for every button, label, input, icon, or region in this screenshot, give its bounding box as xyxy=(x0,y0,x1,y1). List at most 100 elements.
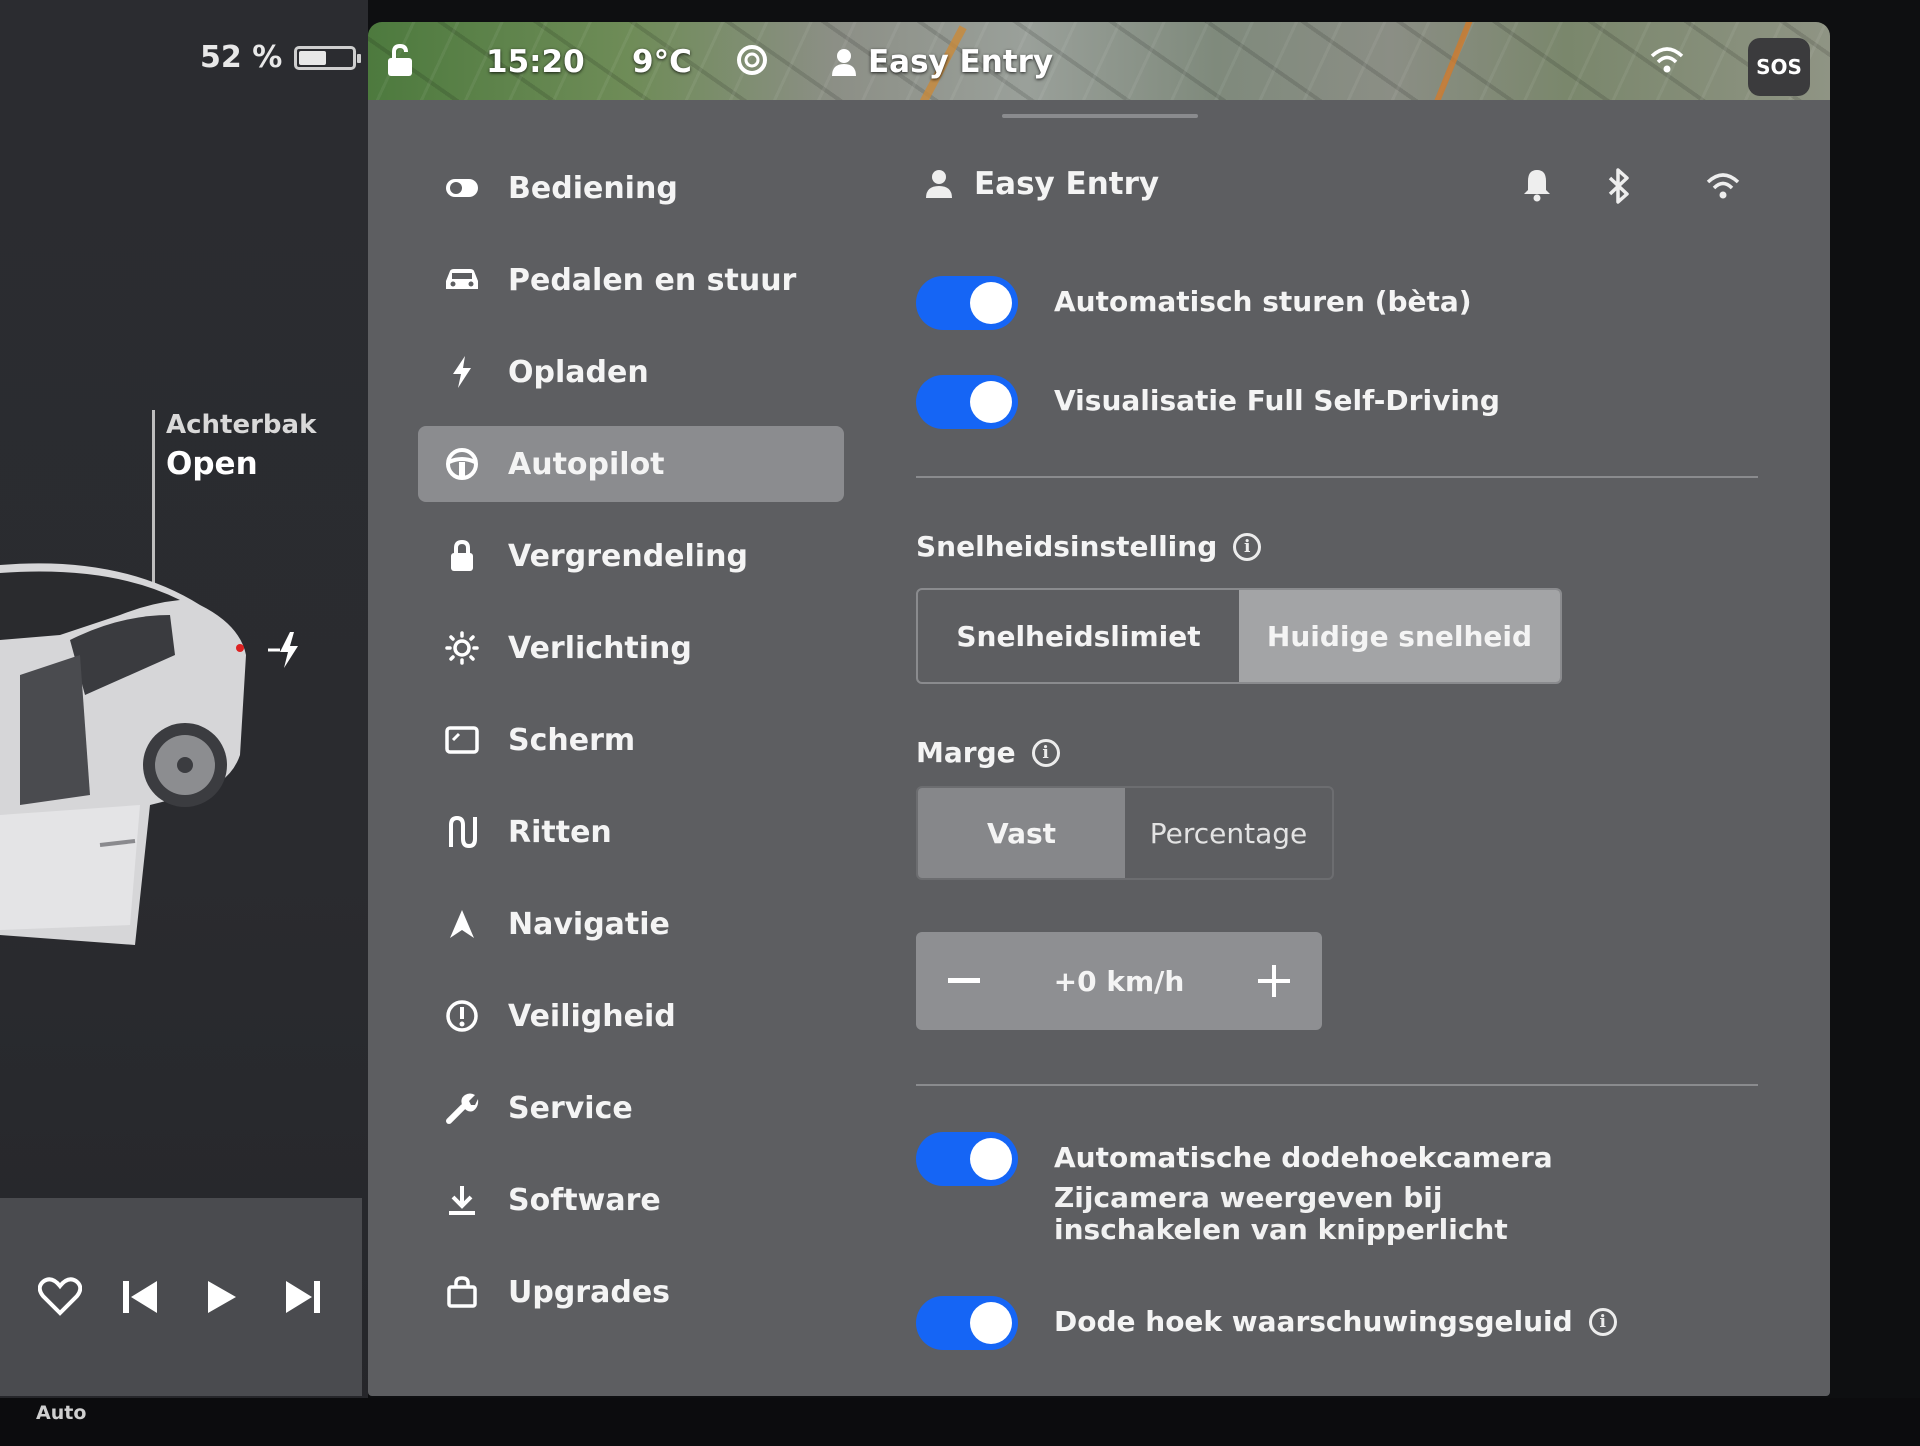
nav-item-pedalen-en-stuur[interactable]: Pedalen en stuur xyxy=(418,242,844,318)
sun-icon xyxy=(440,631,484,665)
minus-icon xyxy=(948,978,980,983)
previous-track-icon[interactable] xyxy=(114,1270,168,1324)
blindspot-camera-description: Zijcamera weergeven bij inschakelen van … xyxy=(1054,1181,1508,1246)
status-profile-name: Easy Entry xyxy=(868,44,1054,80)
nav-item-opladen[interactable]: Opladen xyxy=(418,334,844,410)
nav-label: Pedalen en stuur xyxy=(508,262,797,298)
info-icon[interactable]: i xyxy=(1031,738,1060,767)
profile-shortcut[interactable]: Easy Entry xyxy=(830,44,1053,80)
profile-name[interactable]: Easy Entry xyxy=(974,166,1159,202)
bag-icon xyxy=(440,1276,484,1308)
car-panel: 52 % Achterbak Open xyxy=(0,0,368,1446)
car-image[interactable] xyxy=(0,545,260,945)
option-current-speed[interactable]: Huidige snelheid xyxy=(1239,590,1560,682)
nav-label: Upgrades xyxy=(508,1274,671,1310)
toggle-icon xyxy=(440,178,484,198)
settings-nav: Bediening Pedalen en stuur Opladen Autop… xyxy=(418,150,848,1330)
margin-stepper: +0 km/h xyxy=(916,932,1322,1030)
nav-label: Navigatie xyxy=(508,906,670,942)
margin-heading: Marge i xyxy=(916,736,1060,769)
fsd-visualization-row: Visualisatie Full Self-Driving xyxy=(916,375,1500,429)
option-fixed[interactable]: Vast xyxy=(918,788,1125,878)
speed-setting-heading: Snelheidsinstelling i xyxy=(916,530,1262,563)
unlock-icon[interactable] xyxy=(386,44,416,78)
info-icon[interactable]: i xyxy=(1233,532,1262,561)
nav-item-veiligheid[interactable]: Veiligheid xyxy=(418,978,844,1054)
margin-value: +0 km/h xyxy=(1053,964,1185,998)
nav-item-software[interactable]: Software xyxy=(418,1162,844,1238)
nav-item-scherm[interactable]: Scherm xyxy=(418,702,844,778)
nav-label: Vergrendeling xyxy=(508,538,748,574)
autosteer-label: Automatisch sturen (bèta) xyxy=(1054,285,1472,318)
autosteer-row: Automatisch sturen (bèta) xyxy=(916,276,1472,330)
lock-icon xyxy=(440,540,484,572)
autosteer-toggle[interactable] xyxy=(916,276,1018,330)
heart-icon[interactable] xyxy=(33,1270,87,1324)
wifi-icon[interactable] xyxy=(1706,172,1740,200)
fsd-visualization-label: Visualisatie Full Self-Driving xyxy=(1054,384,1500,417)
media-controls xyxy=(0,1198,362,1396)
nav-item-autopilot[interactable]: Autopilot xyxy=(418,426,844,502)
alert-icon xyxy=(440,999,484,1033)
download-icon xyxy=(440,1184,484,1216)
speed-setting-selector: Snelheidslimiet Huidige snelheid xyxy=(916,588,1562,684)
nav-label: Autopilot xyxy=(508,446,665,482)
bolt-icon xyxy=(440,355,484,389)
nav-item-upgrades[interactable]: Upgrades xyxy=(418,1254,844,1330)
navigation-icon xyxy=(440,908,484,940)
nav-label: Veiligheid xyxy=(508,998,676,1034)
nav-item-verlichting[interactable]: Verlichting xyxy=(418,610,844,686)
nav-item-navigatie[interactable]: Navigatie xyxy=(418,886,844,962)
bottom-dock xyxy=(0,1398,1920,1446)
wifi-status-icon xyxy=(1650,46,1684,74)
bluetooth-icon[interactable] xyxy=(1606,168,1632,204)
status-bar: 15:20 9°C Easy Entry SOS xyxy=(368,22,1830,108)
play-icon[interactable] xyxy=(194,1270,248,1324)
blindspot-camera-toggle[interactable] xyxy=(916,1132,1018,1186)
nav-item-ritten[interactable]: Ritten xyxy=(418,794,844,870)
decrease-button[interactable] xyxy=(944,961,984,1001)
sentry-icon[interactable] xyxy=(736,44,768,76)
trunk-status[interactable]: Open xyxy=(166,446,258,482)
nav-label: Ritten xyxy=(508,814,612,850)
blindspot-camera-row: Automatische dodehoekcamera Zijcamera we… xyxy=(916,1132,1614,1246)
nav-label: Scherm xyxy=(508,722,636,758)
sos-button[interactable]: SOS xyxy=(1748,38,1810,96)
outside-temperature: 9°C xyxy=(632,44,692,80)
nav-item-service[interactable]: Service xyxy=(418,1070,844,1146)
trips-icon xyxy=(440,815,484,849)
nav-label: Verlichting xyxy=(508,630,692,666)
battery-indicator: 52 % xyxy=(200,40,362,75)
settings-panel: Bediening Pedalen en stuur Opladen Autop… xyxy=(368,100,1830,1396)
steering-wheel-icon xyxy=(440,447,484,481)
nav-label: Opladen xyxy=(508,354,649,390)
next-track-icon[interactable] xyxy=(275,1270,329,1324)
display-icon xyxy=(440,726,484,754)
charge-port-bolt-icon xyxy=(268,632,298,668)
margin-label: Marge xyxy=(916,736,1016,769)
nav-label: Software xyxy=(508,1182,661,1218)
nav-label: Bediening xyxy=(508,170,678,206)
drag-handle[interactable] xyxy=(1002,114,1198,118)
margin-type-selector: Vast Percentage xyxy=(916,786,1334,880)
settings-header: Easy Entry xyxy=(924,158,1764,218)
plus-icon xyxy=(1258,965,1290,997)
info-icon[interactable]: i xyxy=(1588,1308,1617,1336)
nav-item-vergrendeling[interactable]: Vergrendeling xyxy=(418,518,844,594)
blindspot-chime-row: Dode hoek waarschuwingsgeluid i xyxy=(916,1296,1617,1350)
blindspot-chime-toggle[interactable] xyxy=(916,1296,1018,1350)
speed-setting-label: Snelheidsinstelling xyxy=(916,530,1218,563)
nav-label: Service xyxy=(508,1090,633,1126)
nav-item-bediening[interactable]: Bediening xyxy=(418,150,844,226)
fsd-visualization-toggle[interactable] xyxy=(916,375,1018,429)
option-percentage[interactable]: Percentage xyxy=(1125,788,1332,878)
divider xyxy=(916,476,1758,478)
trunk-label[interactable]: Achterbak xyxy=(166,410,316,440)
person-icon[interactable] xyxy=(924,168,954,200)
climate-auto-label[interactable]: Auto xyxy=(36,1402,86,1424)
bell-icon[interactable] xyxy=(1522,168,1552,202)
divider xyxy=(916,1084,1758,1086)
option-speed-limit[interactable]: Snelheidslimiet xyxy=(918,590,1239,682)
increase-button[interactable] xyxy=(1254,961,1294,1001)
blindspot-chime-label: Dode hoek waarschuwingsgeluid xyxy=(1054,1305,1573,1338)
